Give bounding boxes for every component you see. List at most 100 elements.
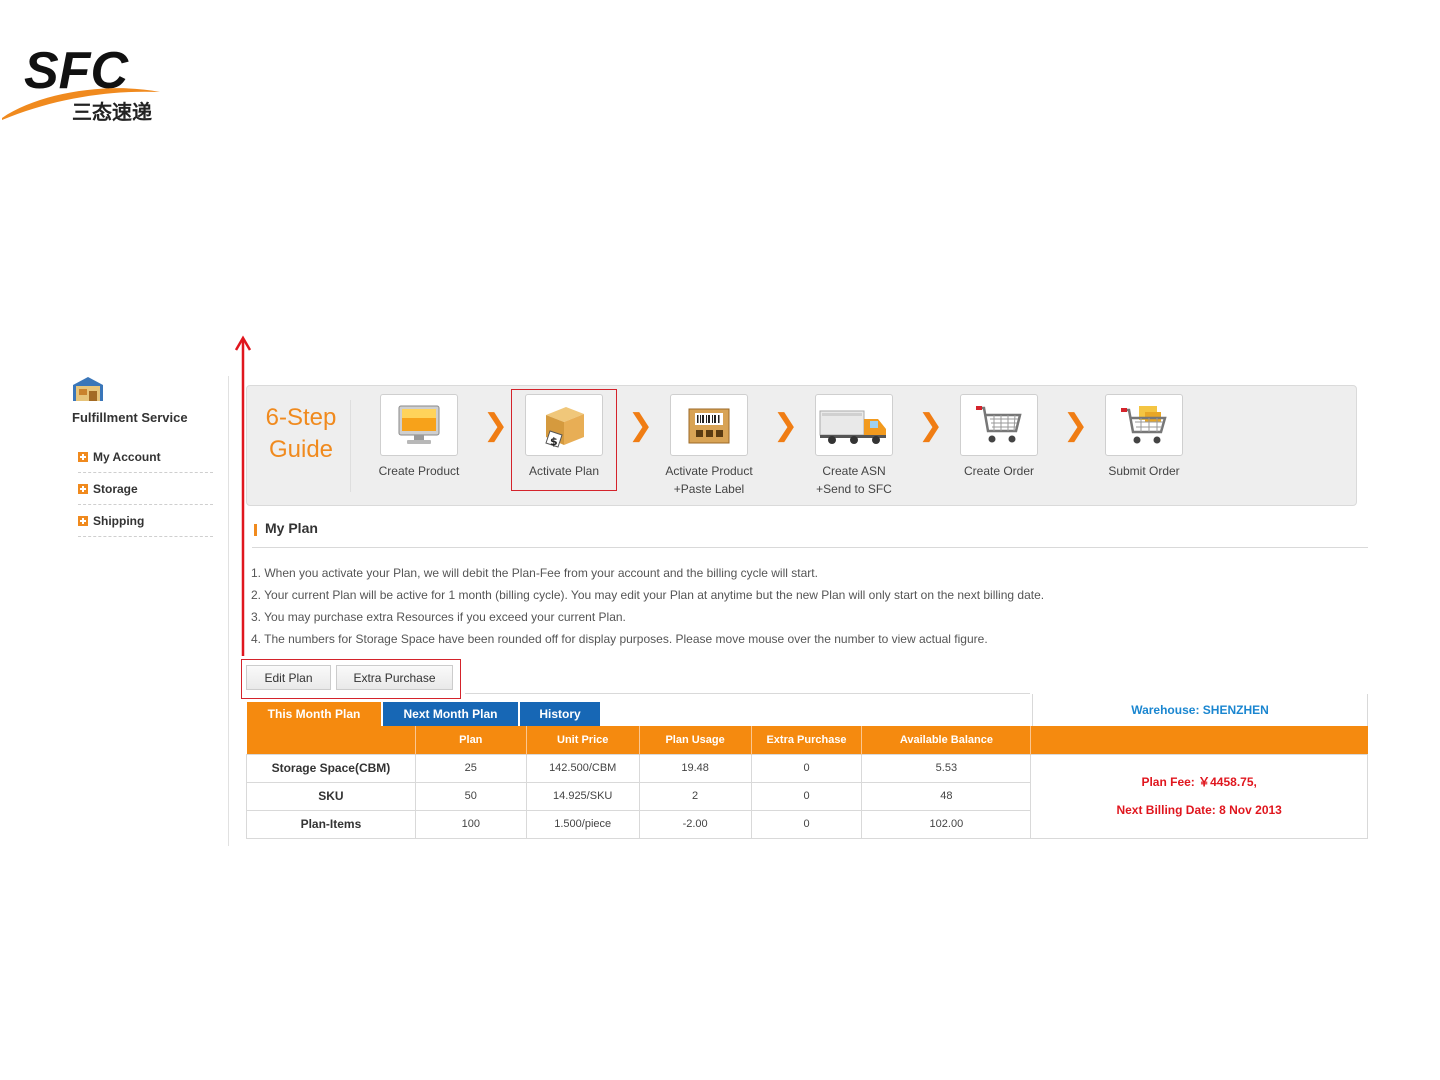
next-billing-date: Next Billing Date: 8 Nov 2013 xyxy=(1116,803,1282,817)
sidebar: Fulfillment Service My Account Storage S… xyxy=(72,376,217,537)
step-guide: 6-Step Guide Create Product ❯ $ Activate… xyxy=(246,385,1357,506)
step-submit-order[interactable]: Submit Order xyxy=(1084,394,1204,480)
cell-extra-purchase: 0 xyxy=(750,753,863,783)
step-label-line1: Activate Product xyxy=(665,464,753,478)
column-header: Extra Purchase xyxy=(751,726,863,754)
cell-available-balance: 48 xyxy=(861,781,1032,811)
cell-plan: 25 xyxy=(414,753,527,783)
step-icon-box xyxy=(380,394,458,456)
step-label-line1: Create Product xyxy=(378,464,460,478)
shopping-cart-icon xyxy=(976,406,1022,443)
step-activate-plan[interactable]: $ Activate Plan xyxy=(504,389,624,491)
step-label: Submit Order xyxy=(1084,462,1204,480)
step-label-line1: Submit Order xyxy=(1108,464,1180,478)
step-label: Activate Plan xyxy=(504,462,624,480)
edit-plan-button[interactable]: Edit Plan xyxy=(246,665,331,690)
cell-plan: 50 xyxy=(414,781,527,811)
section-title: My Plan xyxy=(265,520,318,536)
plan-fee-summary: Plan Fee: ￥4458.75, Next Billing Date: 8… xyxy=(1030,753,1368,839)
row-label: SKU xyxy=(246,781,416,811)
truck-icon xyxy=(819,410,886,444)
extra-purchase-button[interactable]: Extra Purchase xyxy=(336,665,453,690)
cell-plan-usage: 19.48 xyxy=(638,753,752,783)
tab-this-month-plan[interactable]: This Month Plan xyxy=(247,702,381,726)
step-create-order[interactable]: Create Order xyxy=(939,394,1059,480)
sfc-logo[interactable]: SFC 三态速递 xyxy=(0,40,170,125)
cell-unit-price: 14.925/SKU xyxy=(525,781,640,811)
row-label: Storage Space(CBM) xyxy=(246,753,416,783)
logo-subtitle: 三态速递 xyxy=(72,100,152,124)
sidebar-item-label: Shipping xyxy=(93,513,145,528)
table-row: Storage Space(CBM) 25 142.500/CBM 19.48 … xyxy=(246,753,1368,839)
divider xyxy=(465,693,1030,694)
sidebar-menu: My Account Storage Shipping xyxy=(78,441,213,537)
tab-next-month-plan[interactable]: Next Month Plan xyxy=(383,702,518,726)
column-header: Plan Usage xyxy=(639,726,752,754)
column-header xyxy=(1030,726,1368,754)
sidebar-item-storage[interactable]: Storage xyxy=(78,473,213,505)
cell-plan-usage: -2.00 xyxy=(638,809,752,839)
box-price-tag-icon: $ xyxy=(545,407,584,448)
step-label: Create Product xyxy=(359,462,479,480)
column-header: Unit Price xyxy=(526,726,640,754)
plan-notes: 1. When you activate your Plan, we will … xyxy=(251,562,1044,650)
sidebar-item-my-account[interactable]: My Account xyxy=(78,441,213,473)
table-header-row: Plan Unit Price Plan Usage Extra Purchas… xyxy=(246,726,1368,754)
loaded-cart-icon xyxy=(1121,406,1167,444)
warehouse-icon xyxy=(73,377,103,401)
cell-unit-price: 1.500/piece xyxy=(525,809,640,839)
plan-table: Plan Unit Price Plan Usage Extra Purchas… xyxy=(246,726,1368,839)
step-activate-product[interactable]: Activate Product +Paste Label xyxy=(649,394,769,498)
cell-extra-purchase: 0 xyxy=(750,781,863,811)
step-create-asn[interactable]: Create ASN +Send to SFC xyxy=(794,394,914,498)
sidebar-item-label: Storage xyxy=(93,481,138,496)
step-icon-box xyxy=(960,394,1038,456)
cell-plan-usage: 2 xyxy=(638,781,752,811)
sidebar-item-shipping[interactable]: Shipping xyxy=(78,505,213,537)
step-icon-box xyxy=(670,394,748,456)
row-label: Plan-Items xyxy=(246,809,416,839)
plan-note: 3. You may purchase extra Resources if y… xyxy=(251,610,626,624)
cell-unit-price: 142.500/CBM xyxy=(525,753,640,783)
sidebar-title: Fulfillment Service xyxy=(72,410,188,425)
cell-available-balance: 5.53 xyxy=(861,753,1032,783)
step-label-line2: +Send to SFC xyxy=(816,482,892,496)
my-plan-header: My Plan xyxy=(252,519,1368,548)
cell-available-balance: 102.00 xyxy=(861,809,1032,839)
column-header xyxy=(246,726,416,754)
step-icon-box: $ xyxy=(525,394,603,456)
sidebar-divider xyxy=(228,376,229,846)
step-label: Activate Product +Paste Label xyxy=(649,462,769,498)
sidebar-item-label: My Account xyxy=(93,449,161,464)
barcode-box-icon xyxy=(688,408,730,444)
step-icon-box xyxy=(1105,394,1183,456)
plan-fee: Plan Fee: ￥4458.75, xyxy=(1141,775,1257,789)
expand-icon xyxy=(78,515,88,526)
step-label-line1: Create ASN xyxy=(822,464,886,478)
guide-divider xyxy=(350,400,351,492)
step-label-line2: +Paste Label xyxy=(673,482,745,496)
plan-note: 1. When you activate your Plan, we will … xyxy=(251,566,818,580)
guide-title-line2: Guide xyxy=(268,436,334,463)
step-create-product[interactable]: Create Product xyxy=(359,394,479,480)
guide-title: 6-Step Guide xyxy=(263,402,339,466)
step-label-line1: Create Order xyxy=(963,464,1035,478)
plan-note: 2. Your current Plan will be active for … xyxy=(251,588,1045,602)
column-header: Available Balance xyxy=(861,726,1032,754)
section-marker xyxy=(254,524,257,536)
expand-icon xyxy=(78,483,88,494)
guide-title-line1: 6-Step xyxy=(265,404,337,431)
tab-history[interactable]: History xyxy=(520,702,600,726)
cell-extra-purchase: 0 xyxy=(750,809,863,839)
step-icon-box xyxy=(815,394,893,456)
cell-plan: 100 xyxy=(414,809,527,839)
monitor-icon xyxy=(398,405,440,444)
step-label-line1: Activate Plan xyxy=(528,464,600,478)
plan-note: 4. The numbers for Storage Space have be… xyxy=(251,632,988,646)
warehouse-label: Warehouse: SHENZHEN xyxy=(1032,694,1368,726)
step-label: Create Order xyxy=(939,462,1059,480)
step-label: Create ASN +Send to SFC xyxy=(794,462,914,498)
column-header: Plan xyxy=(415,726,527,754)
expand-icon xyxy=(78,451,88,462)
svg-text:$: $ xyxy=(550,435,558,448)
